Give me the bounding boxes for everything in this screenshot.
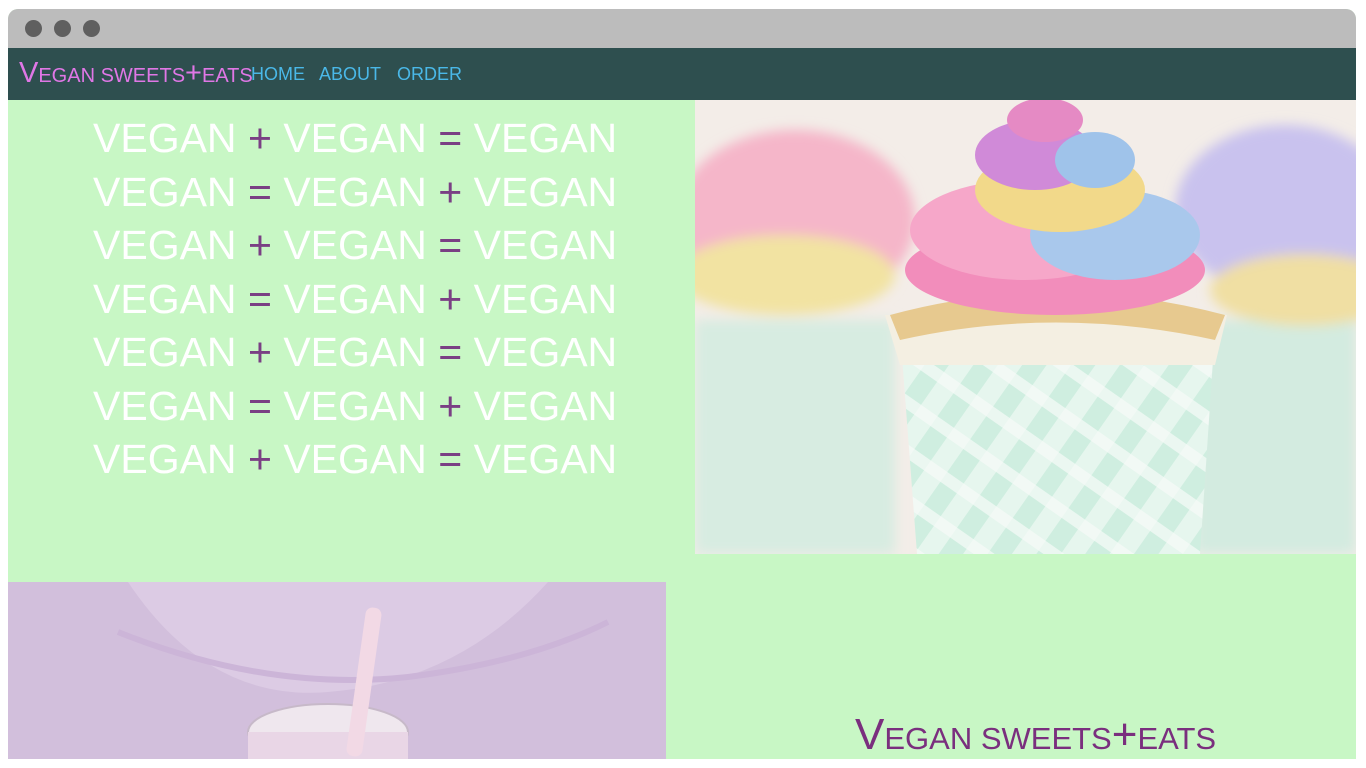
top-navbar: VEGAN SWEETS+EATS HOME ABOUT ORDER xyxy=(8,48,1356,100)
hero-word: VEGAN xyxy=(473,382,618,429)
hero-word: VEGAN xyxy=(473,222,618,268)
footer-brand-name: EGAN SWEETS xyxy=(884,721,1112,756)
hero-word: VEGAN xyxy=(473,115,618,161)
hero-word: VEGAN xyxy=(283,329,427,375)
hero-operator: + xyxy=(438,275,463,322)
brand-plus: + xyxy=(185,57,202,89)
hero-word: VEGAN xyxy=(93,275,237,322)
hero-word: VEGAN xyxy=(283,382,427,429)
nav-link-order[interactable]: ORDER xyxy=(397,63,462,85)
hero-word: VEGAN xyxy=(93,382,237,429)
brand-logo[interactable]: VEGAN SWEETS+EATS xyxy=(19,57,253,92)
hero-operator: = xyxy=(247,275,272,322)
nav-link-home[interactable]: HOME xyxy=(251,63,305,85)
smoothie-jar-photo xyxy=(8,582,666,759)
hero-equation-line: VEGAN = VEGAN + VEGAN xyxy=(93,273,617,326)
hero-word: VEGAN xyxy=(283,275,427,322)
hero-equation-line: VEGAN + VEGAN = VEGAN xyxy=(93,326,617,379)
hero-word: VEGAN xyxy=(93,115,237,161)
brand-name: EGAN SWEETS xyxy=(38,65,186,87)
footer-brand-name-end: EATS xyxy=(1137,721,1217,756)
nav-link-about[interactable]: ABOUT xyxy=(319,63,381,85)
hero-operator: + xyxy=(247,329,272,375)
hero-equation-line: VEGAN + VEGAN = VEGAN xyxy=(93,112,617,165)
hero-word: VEGAN xyxy=(473,436,618,482)
hero-word: VEGAN xyxy=(93,436,237,482)
hero-word: VEGAN xyxy=(473,329,618,375)
hero-word: VEGAN xyxy=(93,168,237,215)
window-titlebar xyxy=(8,9,1356,48)
rainbow-cupcake-photo xyxy=(695,100,1356,554)
hero-operator: = xyxy=(438,115,463,161)
hero-operator: = xyxy=(247,168,272,215)
maximize-dot-icon[interactable] xyxy=(83,20,100,37)
hero-operator: = xyxy=(438,222,463,268)
cupcake-wrapper xyxy=(885,292,1227,554)
footer-brand-logo: VEGAN SWEETS+EATS xyxy=(855,713,1217,759)
hero-operator: + xyxy=(438,168,463,215)
hero-word: VEGAN xyxy=(473,275,618,322)
hero-word: VEGAN xyxy=(93,329,237,375)
brand-initial: V xyxy=(19,57,39,89)
hero-operator: + xyxy=(247,115,272,161)
hero-operator: = xyxy=(438,329,463,375)
hero-equation-line: VEGAN = VEGAN + VEGAN xyxy=(93,166,617,219)
minimize-dot-icon[interactable] xyxy=(54,20,71,37)
hero-text-panel: VEGAN + VEGAN = VEGAN VEGAN = VEGAN + VEG… xyxy=(8,100,695,582)
hero-operator: + xyxy=(247,222,272,268)
hero-equation-line: VEGAN + VEGAN = VEGAN xyxy=(93,219,617,272)
brand-name-end: EATS xyxy=(201,65,253,87)
hero-word: VEGAN xyxy=(283,115,427,161)
hero-operator: + xyxy=(247,436,272,482)
hero-word: VEGAN xyxy=(473,168,618,215)
hero-word: VEGAN xyxy=(283,436,427,482)
jar xyxy=(247,703,409,759)
footer-brand-initial: V xyxy=(855,710,885,759)
footer-brand-plus: + xyxy=(1111,710,1138,759)
hero-operator: = xyxy=(438,436,463,482)
hero-operator: + xyxy=(438,382,463,429)
close-dot-icon[interactable] xyxy=(25,20,42,37)
hero-equation-line: VEGAN + VEGAN = VEGAN xyxy=(93,433,617,486)
hero-operator: = xyxy=(247,382,272,429)
hero-word: VEGAN xyxy=(283,168,427,215)
browser-window: VEGAN SWEETS+EATS HOME ABOUT ORDER VEGAN… xyxy=(8,9,1356,759)
hero-word: VEGAN xyxy=(283,222,427,268)
hero-word: VEGAN xyxy=(93,222,237,268)
hero-equation-line: VEGAN = VEGAN + VEGAN xyxy=(93,380,617,433)
